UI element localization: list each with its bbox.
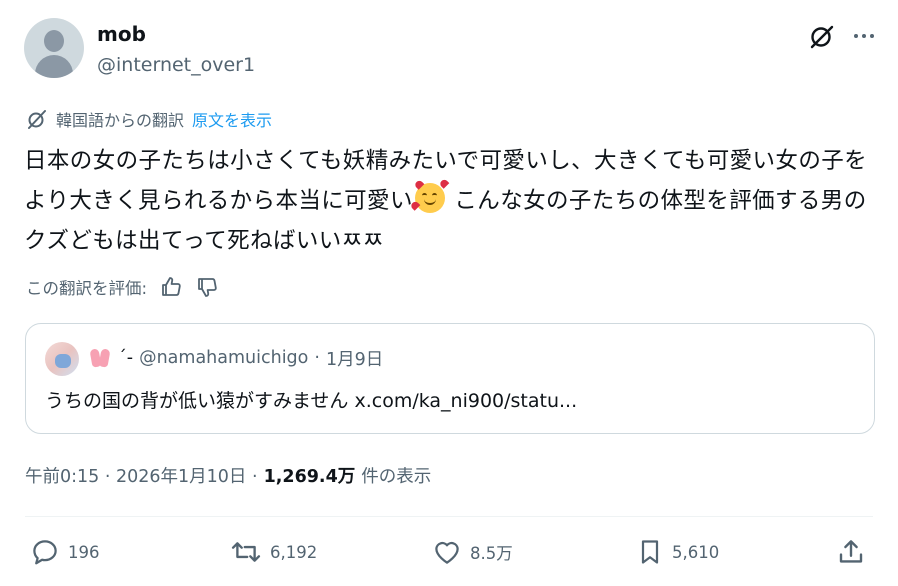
rate-translation: この翻訳を評価:	[26, 274, 219, 300]
more-icon[interactable]	[850, 22, 878, 50]
bookmark-button[interactable]: 5,610	[636, 534, 719, 570]
quote-display-name[interactable]: ´-	[118, 348, 133, 368]
avatar-body-shape	[35, 55, 73, 78]
quote-text: うちの国の背が低い猿がすみません x.com/ka_ni900/statu...	[45, 390, 578, 412]
bookmark-count: 5,610	[672, 542, 720, 562]
avatar-head-shape	[44, 30, 64, 52]
quote-handle[interactable]: @namahamuichigo	[139, 348, 308, 368]
ballet-shoes-icon	[88, 347, 112, 369]
tweet-text: 日本の女の子たちは小さくても妖精みたいで可愛いし、大きくても可愛い女の子をより大…	[24, 141, 884, 261]
thumbs-down-icon[interactable]	[195, 275, 219, 299]
quoted-tweet[interactable]: ´- @namahamuichigo · 1月9日 うちの国の背が低い猿がすみま…	[25, 323, 875, 434]
quote-date[interactable]: 1月9日	[326, 346, 383, 371]
show-original-link[interactable]: 原文を表示	[192, 107, 272, 131]
like-count: 8.5万	[470, 544, 513, 563]
grok-icon[interactable]	[808, 22, 836, 50]
reply-count: 196	[68, 542, 100, 562]
author-name[interactable]: mob	[97, 22, 146, 46]
reply-button[interactable]: 196	[30, 534, 100, 570]
action-bar: 196 6,192 8.5万 5,610	[30, 534, 868, 570]
retweet-count: 6,192	[270, 542, 318, 562]
translate-icon	[28, 110, 46, 129]
tweet-timestamp[interactable]: 午前0:15 · 2026年1月10日 ·	[25, 463, 258, 488]
like-icon	[435, 541, 459, 564]
quote-avatar[interactable]	[45, 342, 79, 376]
quote-user-line: ´- @namahamuichigo · 1月9日	[88, 345, 383, 371]
thumbs-up-icon[interactable]	[159, 275, 183, 299]
views-count: 1,269.4万	[263, 466, 356, 487]
translation-notice: 韓国語からの翻訳 原文を表示	[26, 107, 272, 131]
reply-icon	[33, 540, 57, 565]
retweet-button[interactable]: 6,192	[230, 534, 317, 570]
tweet-header: mob @internet_over1	[24, 18, 878, 80]
rate-translation-label: この翻訳を評価:	[26, 279, 148, 298]
views-label: 件の表示	[361, 466, 432, 487]
tweet-meta: 午前0:15 · 2026年1月10日 · 1,269.4万 件の表示	[25, 461, 431, 489]
author-handle[interactable]: @internet_over1	[97, 54, 255, 76]
smiling-face-with-hearts-icon	[409, 178, 450, 213]
quote-separator: ·	[314, 348, 320, 368]
retweet-icon	[231, 542, 261, 562]
share-icon	[839, 540, 863, 563]
divider	[25, 516, 873, 517]
bookmark-icon	[641, 540, 659, 564]
share-button[interactable]	[836, 534, 874, 570]
like-button[interactable]: 8.5万	[432, 534, 513, 570]
translation-label: 韓国語からの翻訳	[56, 111, 185, 130]
avatar[interactable]	[24, 18, 84, 78]
